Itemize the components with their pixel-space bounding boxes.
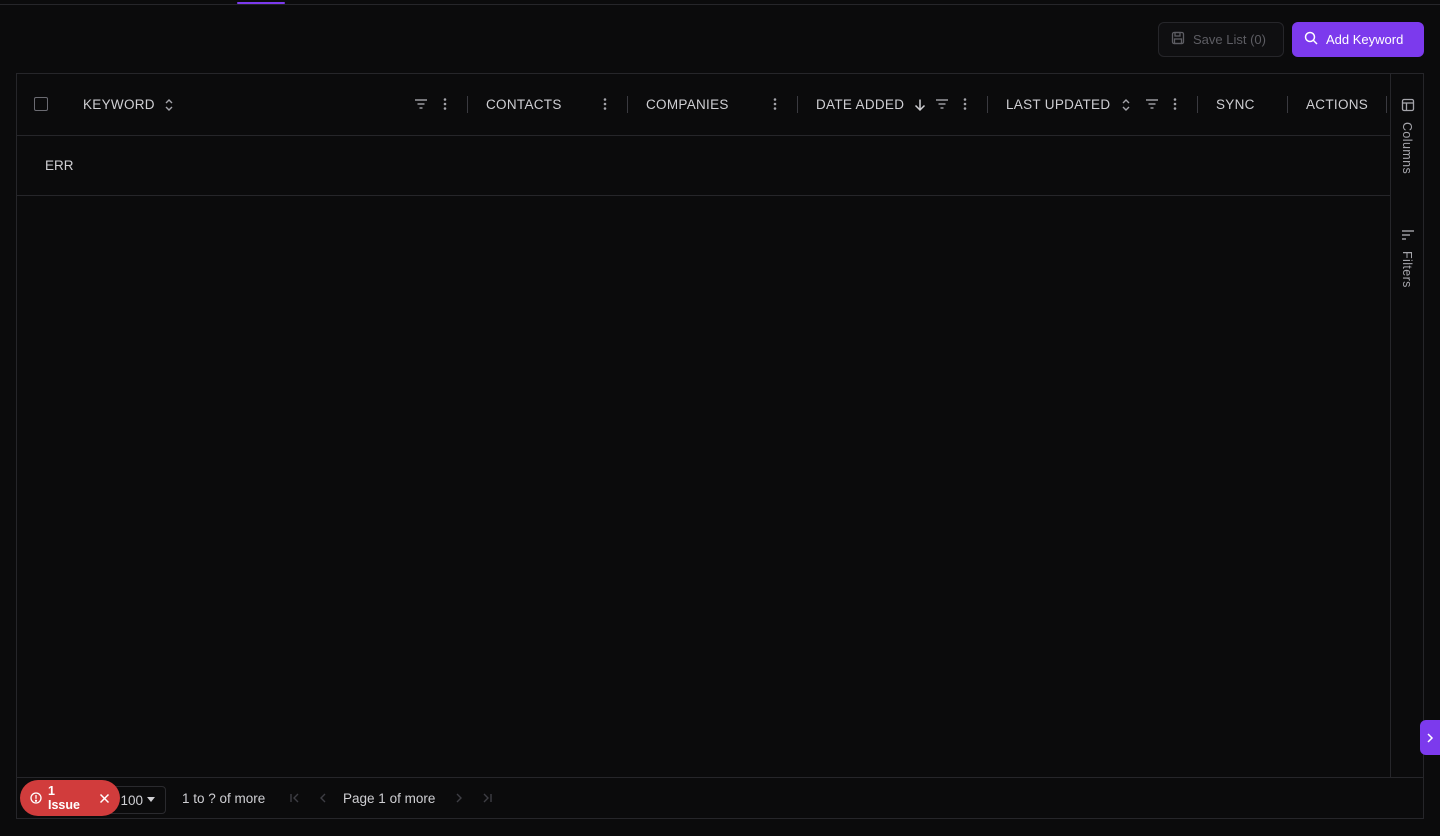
column-header-date-added[interactable]: DATE ADDED [816, 74, 926, 135]
menu-dots-icon[interactable] [442, 97, 448, 111]
filters-label: Filters [1400, 251, 1414, 288]
column-label-date-added: DATE ADDED [816, 97, 905, 112]
menu-dots-icon[interactable] [772, 97, 778, 111]
pagination-bar: 100 1 to ? of more Page 1 of more [17, 777, 1423, 819]
menu-dots-icon[interactable] [962, 97, 968, 111]
column-header-contacts[interactable]: CONTACTS [486, 74, 562, 135]
next-page-icon[interactable] [453, 792, 465, 804]
current-page: 1 [378, 791, 386, 806]
add-keyword-button[interactable]: Add Keyword [1292, 22, 1424, 57]
menu-dots-icon[interactable] [602, 97, 608, 111]
column-label-keyword: KEYWORD [83, 97, 155, 112]
prev-page-icon[interactable] [317, 792, 329, 804]
filter-icon[interactable] [414, 97, 428, 111]
column-header-companies[interactable]: COMPANIES [646, 74, 729, 135]
sort-icon[interactable] [1121, 98, 1131, 112]
column-separator[interactable] [627, 96, 628, 113]
column-header-last-updated[interactable]: LAST UPDATED [1006, 74, 1131, 135]
column-separator[interactable] [1197, 96, 1198, 113]
select-all-checkbox[interactable] [34, 97, 48, 111]
columns-label: Columns [1400, 122, 1414, 175]
page-indicator: Page 1 of more [343, 778, 435, 819]
column-separator[interactable] [1386, 96, 1387, 113]
columns-icon [1401, 98, 1415, 112]
add-keyword-label: Add Keyword [1326, 32, 1404, 47]
column-label-last-updated: LAST UPDATED [1006, 97, 1111, 112]
search-icon [1304, 31, 1318, 48]
column-separator[interactable] [797, 96, 798, 113]
filters-icon [1401, 228, 1415, 242]
issue-badge[interactable]: 1 Issue [20, 780, 120, 816]
row-range-text: 1 to ? of more [182, 791, 266, 806]
column-separator[interactable] [987, 96, 988, 113]
expand-panel-button[interactable] [1420, 720, 1440, 755]
menu-dots-icon[interactable] [1172, 97, 1178, 111]
column-header-keyword[interactable]: KEYWORD [83, 74, 174, 135]
close-icon[interactable] [99, 793, 110, 804]
page-prefix: Page [343, 791, 375, 806]
column-separator[interactable] [467, 96, 468, 113]
column-label-actions: ACTIONS [1306, 97, 1369, 112]
column-header-actions[interactable]: ACTIONS [1306, 74, 1368, 135]
save-icon [1171, 31, 1185, 48]
save-list-label: Save List (0) [1193, 32, 1266, 47]
grid-header: KEYWORD CONTACTS COMPANIES DATE ADDED LA… [17, 74, 1390, 136]
page-suffix: of more [389, 791, 436, 806]
active-tab-indicator [237, 2, 285, 4]
sort-icon[interactable] [164, 98, 174, 112]
columns-tool-button[interactable]: Columns [1391, 98, 1424, 178]
top-divider [0, 4, 1440, 5]
arrow-down-icon[interactable] [914, 98, 926, 112]
filters-tool-button[interactable]: Filters [1391, 228, 1424, 298]
column-header-sync[interactable]: SYNC [1216, 74, 1255, 135]
keyword-cell: ERR [45, 157, 74, 173]
chevron-right-icon [1426, 732, 1434, 743]
keywords-grid: KEYWORD CONTACTS COMPANIES DATE ADDED LA… [16, 73, 1424, 819]
filter-icon[interactable] [1145, 97, 1159, 111]
table-row[interactable]: ERR [17, 135, 1390, 196]
alert-circle-icon [30, 792, 42, 804]
column-label-companies: COMPANIES [646, 97, 729, 112]
last-page-icon[interactable] [481, 792, 493, 804]
save-list-button[interactable]: Save List (0) [1158, 22, 1284, 57]
column-separator[interactable] [1287, 96, 1288, 113]
filter-icon[interactable] [935, 97, 949, 111]
column-label-sync: SYNC [1216, 97, 1255, 112]
page-size-value: 100 [120, 792, 143, 808]
side-panel: Columns Filters [1390, 74, 1424, 777]
column-label-contacts: CONTACTS [486, 97, 562, 112]
first-page-icon[interactable] [289, 792, 301, 804]
issue-label: 1 Issue [48, 784, 80, 812]
caret-down-icon [147, 797, 155, 803]
